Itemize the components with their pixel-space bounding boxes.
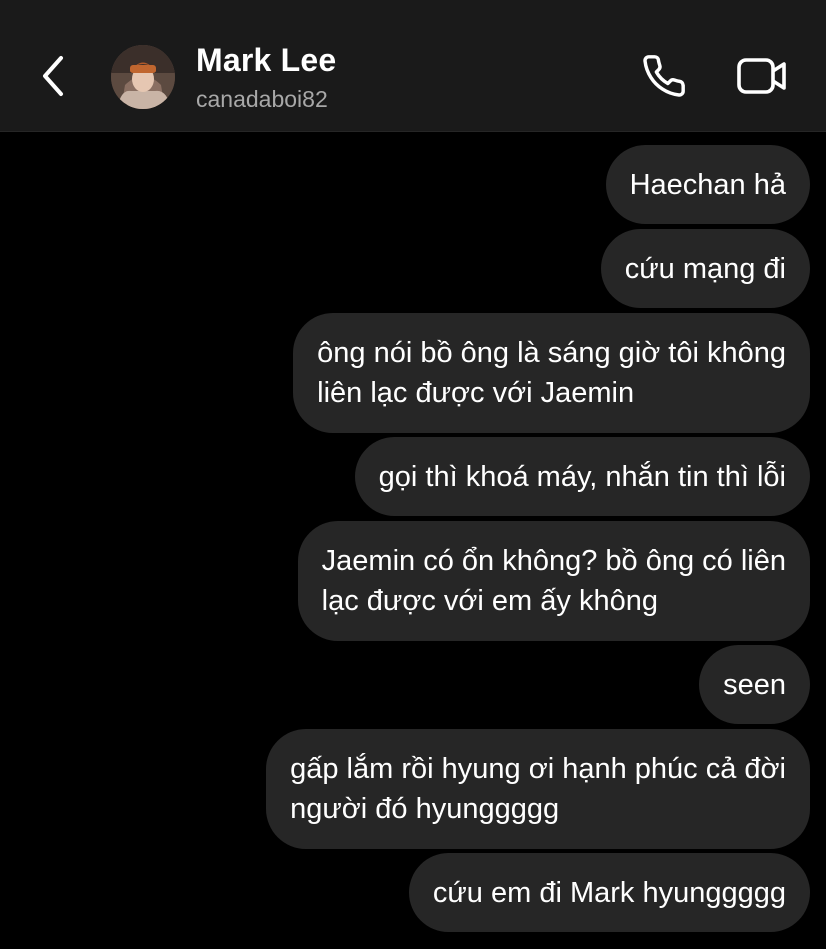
back-button[interactable] <box>28 48 80 104</box>
message-text: lạc được với em ấy không <box>321 585 658 617</box>
video-camera-icon <box>737 58 786 94</box>
chevron-left-icon <box>43 56 63 96</box>
contact-username: canadaboi82 <box>196 86 328 112</box>
message-text: ông nói bồ ông là sáng giờ tôi không <box>317 337 786 369</box>
contact-name[interactable]: Mark Lee <box>196 42 336 79</box>
message-text: liên lạc được với Jaemin <box>317 377 635 409</box>
message-bubble[interactable]: Haechan hả <box>605 145 810 224</box>
message-text: cứu mạng đi <box>624 252 786 285</box>
message-text: cứu em đi Mark hyunggggg <box>432 876 786 909</box>
message-text: Jaemin có ổn không? bồ ông có liên <box>321 545 786 577</box>
message-bubble[interactable]: cứu mạng đi <box>600 229 810 308</box>
message-bubble[interactable]: gọi thì khoá máy, nhắn tin thì lỗi <box>354 437 810 516</box>
video-call-button[interactable] <box>732 48 792 104</box>
message-bubble[interactable]: Jaemin có ổn không? bồ ông có liên lạc đ… <box>297 521 810 641</box>
phone-icon <box>643 55 685 97</box>
message-text: gấp lắm rồi hyung ơi hạnh phúc cả đời <box>290 753 786 785</box>
message-bubble[interactable]: gấp lắm rồi hyung ơi hạnh phúc cả đời ng… <box>266 729 810 849</box>
message-text: người đó hyunggggg <box>290 793 560 825</box>
chat-header: Mark Lee canadaboi82 <box>0 0 826 132</box>
message-text: seen <box>723 668 786 701</box>
voice-call-button[interactable] <box>636 48 692 104</box>
avatar[interactable] <box>111 45 175 109</box>
avatar-image <box>111 45 175 109</box>
message-text: Haechan hả <box>629 168 786 201</box>
message-text: gọi thì khoá máy, nhắn tin thì lỗi <box>378 460 786 493</box>
message-bubble[interactable]: ông nói bồ ông là sáng giờ tôi không liê… <box>293 313 810 433</box>
message-bubble[interactable]: cứu em đi Mark hyunggggg <box>408 853 810 932</box>
message-bubble[interactable]: seen <box>699 645 810 724</box>
